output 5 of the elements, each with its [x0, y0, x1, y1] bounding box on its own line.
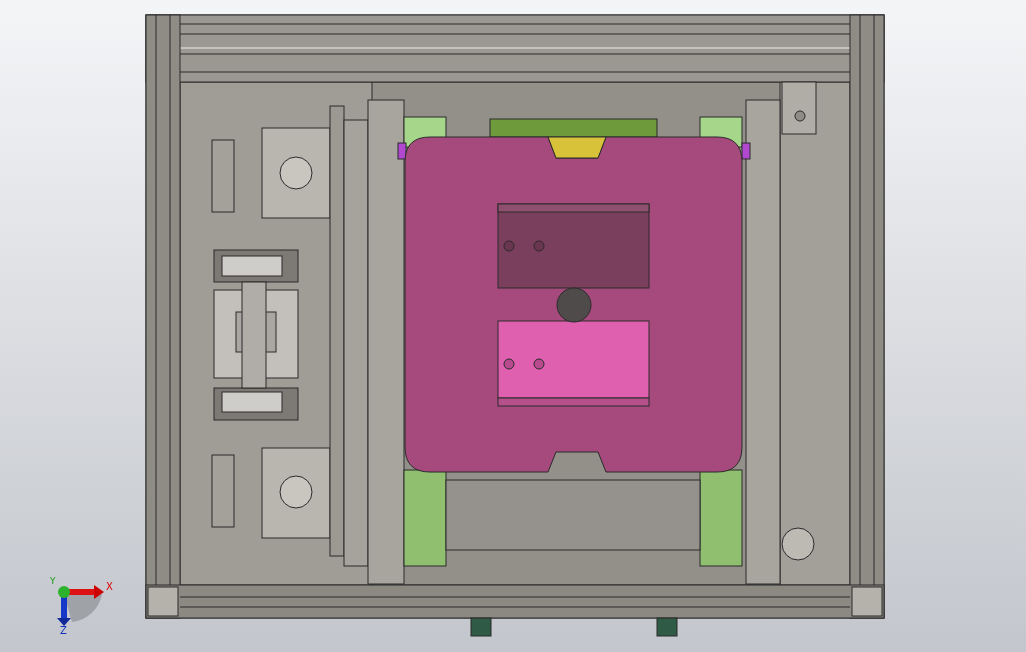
x-axis-label: X	[106, 581, 113, 592]
z-axis-label: Z	[60, 625, 67, 634]
axis-triad-icon	[57, 585, 104, 626]
y-axis-label: Y	[50, 576, 56, 586]
triad-shadow	[64, 594, 102, 622]
